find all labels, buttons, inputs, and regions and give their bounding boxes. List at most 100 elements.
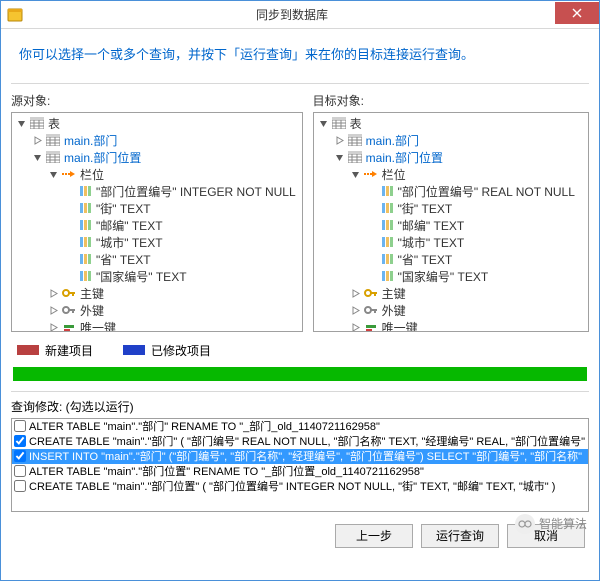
query-row[interactable]: CREATE TABLE "main"."部门位置" ( "部门位置编号" IN…	[12, 479, 588, 494]
query-checkbox[interactable]	[14, 435, 26, 447]
spacer	[64, 271, 75, 282]
tree-columns-header[interactable]: 栏位	[12, 166, 302, 183]
window-title: 同步到数据库	[29, 6, 555, 23]
query-checkbox[interactable]	[14, 480, 26, 492]
tree-column[interactable]: "街" TEXT	[12, 200, 302, 217]
tree-root-tables[interactable]: 表	[12, 115, 302, 132]
expander-icon[interactable]	[350, 305, 361, 316]
legend-new-label: 新建项目	[45, 342, 93, 359]
target-tree[interactable]: 表main.部门main.部门位置栏位"部门位置编号" REAL NOT NUL…	[313, 112, 589, 332]
tree-unique-key[interactable]: 唯一键	[12, 319, 302, 332]
query-row[interactable]: ALTER TABLE "main"."部门" RENAME TO "_部门_o…	[12, 419, 588, 434]
tree-primary-key-icon	[61, 286, 77, 300]
tree-node-label: "国家编号" TEXT	[96, 268, 187, 285]
expander-icon[interactable]	[48, 305, 59, 316]
query-checkbox[interactable]	[14, 465, 26, 477]
tree-foreign-key-icon	[61, 303, 77, 317]
tree-column[interactable]: "邮编" TEXT	[12, 217, 302, 234]
prev-button[interactable]: 上一步	[335, 524, 413, 548]
tree-column-icon	[77, 252, 93, 266]
tree-column[interactable]: "城市" TEXT	[12, 234, 302, 251]
expander-icon[interactable]	[16, 118, 27, 129]
expander-icon[interactable]	[32, 152, 43, 163]
swatch-modified-icon	[123, 345, 145, 355]
progress-bar	[13, 367, 587, 381]
tree-column[interactable]: "省" TEXT	[12, 251, 302, 268]
expander-icon[interactable]	[350, 322, 361, 332]
run-button[interactable]: 运行查询	[421, 524, 499, 548]
expander-icon[interactable]	[318, 118, 329, 129]
tree-column[interactable]: "部门位置编号" REAL NOT NULL	[314, 183, 588, 200]
query-label: 查询修改: (勾选以运行)	[11, 398, 589, 415]
query-checkbox[interactable]	[14, 450, 26, 462]
cancel-button[interactable]: 取消	[507, 524, 585, 548]
tree-columns-header[interactable]: 栏位	[314, 166, 588, 183]
spacer	[64, 220, 75, 231]
swatch-new-icon	[17, 345, 39, 355]
source-tree[interactable]: 表main.部门main.部门位置栏位"部门位置编号" INTEGER NOT …	[11, 112, 303, 332]
titlebar: 同步到数据库	[1, 1, 599, 29]
tree-column[interactable]: "省" TEXT	[314, 251, 588, 268]
tree-node-label: main.部门位置	[366, 149, 443, 166]
tree-column[interactable]: "街" TEXT	[314, 200, 588, 217]
spacer	[366, 203, 377, 214]
tree-node-label: 栏位	[80, 166, 104, 183]
expander-icon[interactable]	[48, 169, 59, 180]
footer: 上一步 运行查询 取消 智能算法	[1, 514, 599, 552]
query-text: ALTER TABLE "main"."部门位置" RENAME TO "_部门…	[29, 463, 424, 479]
tree-column-icon	[77, 201, 93, 215]
spacer	[64, 254, 75, 265]
tree-table-icon	[45, 133, 61, 147]
tree-column-icon	[379, 184, 395, 198]
tree-root-tables[interactable]: 表	[314, 115, 588, 132]
tree-node-label: "街" TEXT	[398, 200, 453, 217]
tree-columns-header-icon	[61, 167, 77, 181]
tree-table[interactable]: main.部门	[12, 132, 302, 149]
tree-node-label: "部门位置编号" INTEGER NOT NULL	[96, 183, 296, 200]
close-button[interactable]	[555, 2, 599, 24]
expander-icon[interactable]	[334, 152, 345, 163]
tree-root-tables-icon	[331, 116, 347, 130]
tree-node-label: 唯一键	[382, 319, 418, 332]
tree-table[interactable]: main.部门位置	[314, 149, 588, 166]
spacer	[366, 186, 377, 197]
expander-icon[interactable]	[350, 169, 361, 180]
spacer	[366, 271, 377, 282]
tree-column-icon	[379, 269, 395, 283]
tree-table[interactable]: main.部门	[314, 132, 588, 149]
tree-table-icon	[347, 133, 363, 147]
query-row[interactable]: CREATE TABLE "main"."部门" ( "部门编号" REAL N…	[12, 434, 588, 449]
tree-primary-key[interactable]: 主键	[314, 285, 588, 302]
tree-column[interactable]: "国家编号" TEXT	[12, 268, 302, 285]
app-icon	[7, 7, 23, 23]
expander-icon[interactable]	[32, 135, 43, 146]
tree-primary-key-icon	[363, 286, 379, 300]
expander-icon[interactable]	[48, 322, 59, 332]
legend-modified: 已修改项目	[123, 342, 211, 359]
tree-column[interactable]: "邮编" TEXT	[314, 217, 588, 234]
expander-icon[interactable]	[334, 135, 345, 146]
tree-foreign-key-icon	[363, 303, 379, 317]
tree-columns-header-icon	[363, 167, 379, 181]
query-checkbox[interactable]	[14, 420, 26, 432]
dialog-window: 同步到数据库 你可以选择一个或多个查询，并按下「运行查询」来在你的目标连接运行查…	[0, 0, 600, 581]
tree-node-label: "邮编" TEXT	[96, 217, 163, 234]
tree-column-icon	[77, 269, 93, 283]
query-list[interactable]: ALTER TABLE "main"."部门" RENAME TO "_部门_o…	[11, 418, 589, 512]
tree-primary-key[interactable]: 主键	[12, 285, 302, 302]
tree-foreign-key[interactable]: 外键	[12, 302, 302, 319]
expander-icon[interactable]	[48, 288, 59, 299]
tree-node-label: "街" TEXT	[96, 200, 151, 217]
query-row[interactable]: INSERT INTO "main"."部门" ("部门编号", "部门名称",…	[12, 449, 588, 464]
tree-table[interactable]: main.部门位置	[12, 149, 302, 166]
tree-column[interactable]: "城市" TEXT	[314, 234, 588, 251]
query-text: CREATE TABLE "main"."部门" ( "部门编号" REAL N…	[29, 433, 589, 449]
source-label: 源对象:	[11, 92, 303, 109]
tree-foreign-key[interactable]: 外键	[314, 302, 588, 319]
tree-unique-key[interactable]: 唯一键	[314, 319, 588, 332]
source-panel: 源对象: 表main.部门main.部门位置栏位"部门位置编号" INTEGER…	[11, 92, 303, 332]
query-row[interactable]: ALTER TABLE "main"."部门位置" RENAME TO "_部门…	[12, 464, 588, 479]
expander-icon[interactable]	[350, 288, 361, 299]
tree-column[interactable]: "部门位置编号" INTEGER NOT NULL	[12, 183, 302, 200]
tree-column[interactable]: "国家编号" TEXT	[314, 268, 588, 285]
